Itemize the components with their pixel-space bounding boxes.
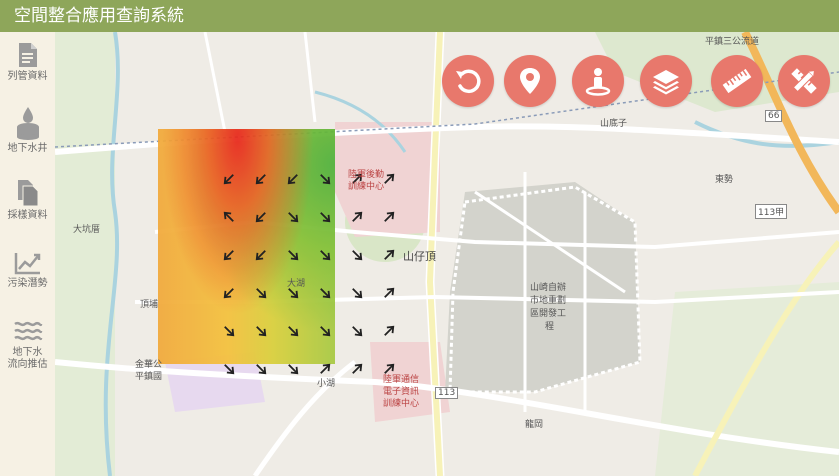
sidebar-item-list-data[interactable]: 列管資料 — [0, 42, 55, 83]
sidebar-item-label: 地下水 — [12, 347, 43, 358]
draw-button[interactable] — [778, 55, 830, 107]
map-label: 訓練中心 — [383, 399, 420, 409]
flow-arrow-ne-icon — [352, 363, 363, 374]
flow-arrow-se-icon — [320, 288, 331, 299]
flow-arrow-se-icon — [256, 326, 267, 337]
road-shield: 66 — [765, 110, 783, 122]
flow-arrow-se-icon — [224, 364, 235, 375]
flow-arrow-sw-icon — [223, 288, 234, 299]
map-label: 平鎮國 — [135, 372, 163, 382]
road-shield: 113 — [435, 387, 459, 399]
sidebar-item-groundwater-flow[interactable]: 地下水 流向推估 — [0, 319, 55, 371]
map-label: 區開發工 — [530, 309, 567, 319]
flow-arrow-se-icon — [288, 364, 299, 375]
sidebar-item-label: 列管資料 — [7, 71, 48, 82]
sidebar: 列管資料 地下水井 採樣資料 污染潛勢 地下水 流向推估 — [0, 32, 55, 476]
map-label: 市地重劃 — [530, 296, 567, 306]
flow-arrow-ne-icon — [352, 211, 363, 222]
flow-arrow-se-icon — [352, 326, 363, 337]
sidebar-item-sampling-data[interactable]: 採樣資料 — [0, 179, 55, 222]
layers-button[interactable] — [640, 55, 692, 107]
road-shield: 113甲 — [755, 204, 788, 219]
measure-button[interactable] — [711, 55, 763, 107]
flow-arrow-ne-icon — [384, 249, 395, 260]
map-label: 山底子 — [600, 119, 628, 129]
person-location-icon — [585, 68, 611, 96]
flow-arrow-sw-icon — [287, 174, 298, 185]
map-label: 山崎自辦 — [530, 283, 567, 293]
sidebar-item-label: 採樣資料 — [7, 210, 48, 221]
rotate-ccw-icon — [456, 69, 481, 94]
map-pin-icon — [520, 68, 540, 94]
sidebar-item-pollution-potential[interactable]: 污染潛勢 — [0, 251, 55, 290]
flow-arrow-se-icon — [256, 364, 267, 375]
files-icon — [17, 180, 38, 207]
map-label: 程 — [545, 322, 555, 332]
map-label: 頂埔 — [140, 300, 159, 310]
flow-arrow-sw-icon — [223, 250, 234, 261]
map-label: 平鎮三公流道 — [705, 37, 760, 47]
flow-arrow-ne-icon — [384, 287, 395, 298]
sidebar-item-label: 污染潛勢 — [7, 278, 48, 289]
layers-icon — [653, 70, 679, 95]
map-label: 東勢 — [715, 175, 734, 185]
sidebar-item-label: 地下水井 — [7, 143, 48, 154]
ruler-icon — [722, 68, 752, 94]
map-label: 山仔頂 — [403, 250, 436, 263]
pencil-ruler-icon — [791, 68, 817, 94]
flow-arrow-se-icon — [224, 326, 235, 337]
flow-arrow-nw-icon — [223, 211, 234, 222]
sidebar-item-groundwater-well[interactable]: 地下水井 — [0, 106, 55, 155]
flow-arrow-se-icon — [352, 250, 363, 261]
flow-arrow-se-icon — [320, 250, 331, 261]
flow-arrow-se-icon — [288, 212, 299, 223]
map-label: 訓練中心 — [348, 182, 385, 192]
groundwater-flow-heatmap — [158, 129, 335, 364]
flow-arrow-se-icon — [320, 212, 331, 223]
sidebar-item-label: 流向推估 — [7, 359, 48, 370]
reset-button[interactable] — [442, 55, 494, 107]
street-view-button[interactable] — [572, 55, 624, 107]
flow-arrow-se-icon — [320, 174, 331, 185]
flow-arrow-se-icon — [352, 288, 363, 299]
map-label: 小湖 — [317, 379, 336, 389]
flow-arrow-ne-icon — [320, 363, 331, 374]
water-waves-icon — [13, 321, 42, 341]
water-well-icon — [16, 107, 39, 140]
flow-arrow-se-icon — [256, 288, 267, 299]
locate-button[interactable] — [504, 55, 556, 107]
flow-arrow-se-icon — [288, 326, 299, 337]
app-title: 空間整合應用查詢系統 — [14, 6, 184, 26]
trend-chart-icon — [14, 253, 40, 275]
map-label: 大坑厝 — [73, 225, 101, 235]
document-icon — [18, 43, 37, 67]
flow-arrow-sw-icon — [255, 174, 266, 185]
flow-arrow-se-icon — [288, 250, 299, 261]
map-label: 龍岡 — [525, 420, 544, 430]
title-bar: 空間整合應用查詢系統 — [0, 0, 839, 32]
flow-arrow-ne-icon — [384, 325, 395, 336]
map-label: 大湖 — [287, 279, 306, 289]
flow-arrow-se-icon — [320, 326, 331, 337]
flow-arrow-ne-icon — [384, 211, 395, 222]
flow-arrow-sw-icon — [255, 212, 266, 223]
flow-arrow-sw-icon — [255, 250, 266, 261]
flow-arrow-sw-icon — [223, 174, 234, 185]
